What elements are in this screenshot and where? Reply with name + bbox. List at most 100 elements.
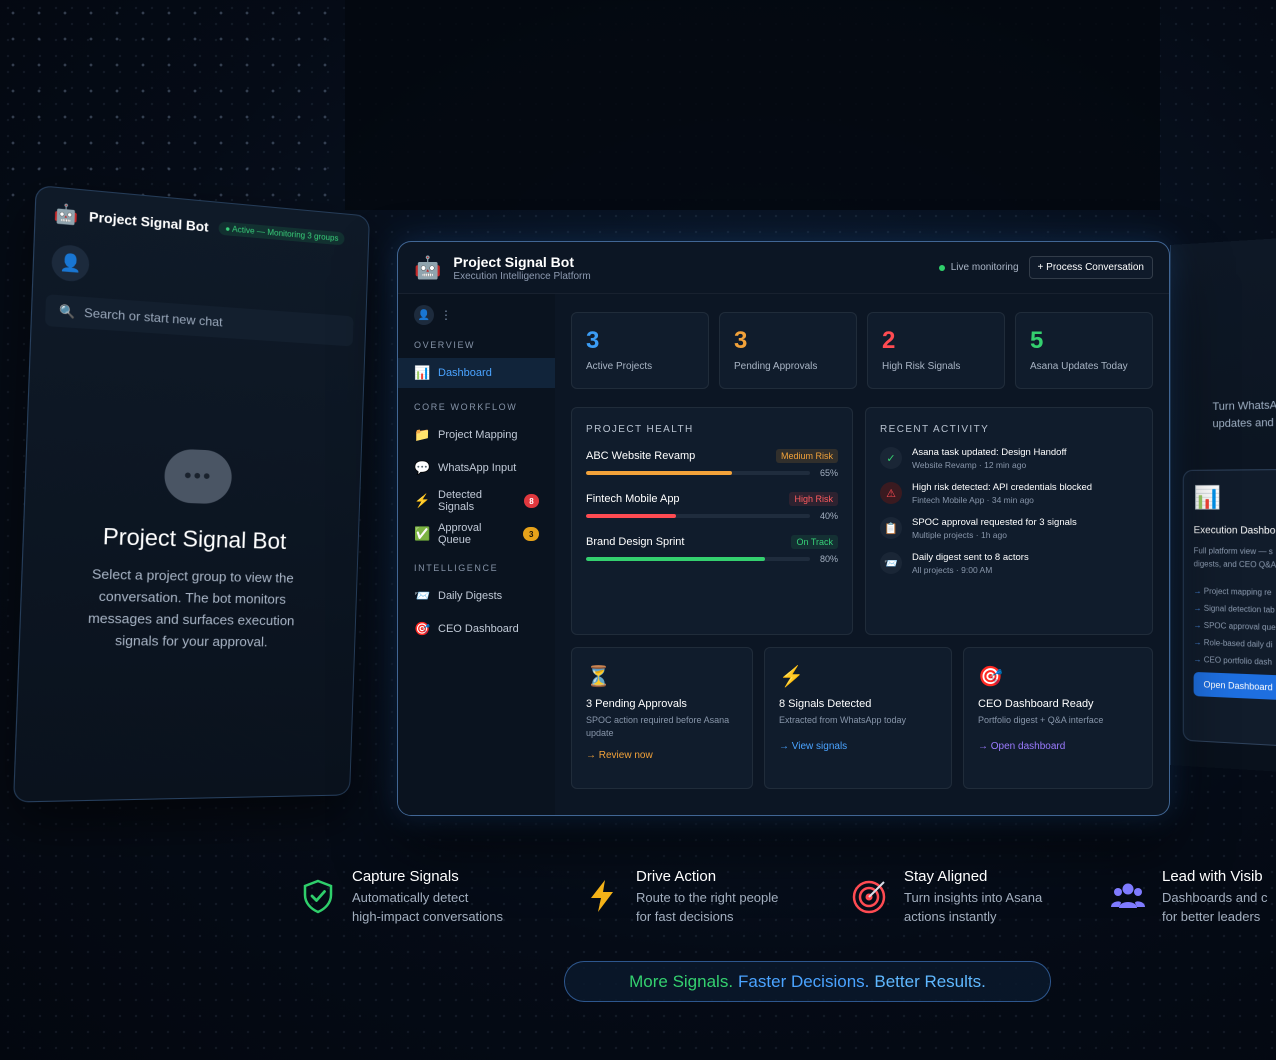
- quick-card-description: SPOC action required before Asana update: [586, 714, 738, 740]
- progress-fill: [586, 514, 676, 518]
- sidebar-item-detected-signals[interactable]: ⚡ Detected Signals 8: [398, 486, 555, 516]
- card-title: Execution Dashbo: [1194, 525, 1276, 537]
- app-titles: Project Signal Bot Execution Intelligenc…: [453, 254, 590, 282]
- card-heading: RECENT ACTIVITY: [880, 424, 1138, 435]
- activity-meta: Fintech Mobile App · 34 min ago: [912, 495, 1092, 505]
- open-dashboard-link[interactable]: → Open dashboard: [978, 741, 1138, 752]
- list-item: Project mapping re: [1194, 586, 1276, 598]
- stat-label: High Risk Signals: [882, 361, 990, 372]
- progress-percent: 65%: [818, 468, 838, 478]
- live-dot-icon: [939, 265, 945, 271]
- activity-item[interactable]: ✓ Asana task updated: Design Handoff Web…: [880, 447, 1138, 470]
- bar-chart-icon: 📊: [414, 365, 430, 381]
- activity-item[interactable]: 📨 Daily digest sent to 8 actors All proj…: [880, 552, 1138, 575]
- robot-icon: 🤖: [414, 255, 441, 281]
- chat-bubble-icon: •••: [164, 448, 233, 504]
- feature-title: Capture Signals: [352, 868, 503, 885]
- activity-meta: Website Revamp · 12 min ago: [912, 460, 1067, 470]
- feature-description: Route to the right people for fast decis…: [636, 888, 778, 926]
- feature-list: Project mapping re Signal detection tab …: [1194, 586, 1276, 668]
- sidebar-item-approval-queue[interactable]: ✅ Approval Queue 3: [398, 519, 555, 549]
- search-placeholder: Search or start new chat: [84, 305, 223, 329]
- stat-card-high-risk[interactable]: 2 High Risk Signals: [867, 312, 1005, 389]
- main-window: 🤖 Project Signal Bot Execution Intellige…: [397, 241, 1170, 816]
- stat-card-active-projects[interactable]: 3 Active Projects: [571, 312, 709, 389]
- stat-value: 2: [882, 327, 990, 355]
- sidebar-user: 👤 ⋮: [398, 304, 555, 326]
- activity-meta: All projects · 9:00 AM: [912, 565, 1029, 575]
- process-conversation-button[interactable]: + Process Conversation: [1029, 256, 1153, 279]
- sidebar-item-whatsapp-input[interactable]: 💬 WhatsApp Input: [398, 453, 555, 483]
- ceo-dashboard-card: 🎯 CEO Dashboard Ready Portfolio digest +…: [963, 647, 1153, 789]
- project-name: Fintech Mobile App: [586, 493, 680, 505]
- open-dashboard-button[interactable]: Open Dashboard: [1194, 672, 1276, 702]
- sidebar-item-dashboard[interactable]: 📊 Dashboard: [398, 358, 555, 388]
- check-icon: ✓: [880, 447, 902, 469]
- search-icon: 🔍: [59, 304, 76, 320]
- user-avatar-icon[interactable]: 👤: [414, 305, 434, 325]
- live-indicator: Live monitoring: [939, 262, 1019, 273]
- sidebar: 👤 ⋮ OVERVIEW 📊 Dashboard CORE WORKFLOW 📁…: [398, 294, 555, 816]
- chat-panel: 🤖 Project Signal Bot ● Active — Monitori…: [13, 185, 370, 803]
- list-item: SPOC approval que: [1194, 621, 1276, 634]
- stat-label: Active Projects: [586, 361, 694, 372]
- folder-icon: 📁: [414, 427, 430, 443]
- pending-approvals-card: ⏳ 3 Pending Approvals SPOC action requir…: [571, 647, 753, 789]
- view-signals-link[interactable]: → View signals: [779, 741, 937, 752]
- list-item: Signal detection tab: [1194, 604, 1276, 616]
- status-badge: ● Active — Monitoring 3 groups: [219, 221, 345, 245]
- feature-title: Stay Aligned: [904, 868, 1042, 885]
- activity-item[interactable]: 📋 SPOC approval requested for 3 signals …: [880, 517, 1138, 540]
- review-now-link[interactable]: → Review now: [586, 750, 738, 761]
- stat-card-pending-approvals[interactable]: 3 Pending Approvals: [719, 312, 857, 389]
- activity-meta: Multiple projects · 1h ago: [912, 530, 1077, 540]
- background-panel: [345, 0, 1160, 210]
- risk-badge: On Track: [791, 535, 838, 549]
- stat-label: Asana Updates Today: [1030, 361, 1138, 372]
- project-health-row[interactable]: Fintech Mobile App High Risk 40%: [586, 492, 838, 521]
- stat-label: Pending Approvals: [734, 361, 842, 372]
- activity-item[interactable]: ⚠ High risk detected: API credentials bl…: [880, 482, 1138, 505]
- chat-search-input[interactable]: 🔍 Search or start new chat: [45, 294, 354, 346]
- sidebar-section-overview: OVERVIEW: [398, 340, 555, 350]
- user-avatar-icon[interactable]: 👤: [51, 244, 90, 283]
- sidebar-item-daily-digests[interactable]: 📨 Daily Digests: [398, 581, 555, 611]
- feature-description: Turn insights into Asana actions instant…: [904, 888, 1042, 926]
- progress-fill: [586, 557, 765, 561]
- quick-card-title: 8 Signals Detected: [779, 698, 937, 710]
- people-icon: [1110, 878, 1146, 914]
- background-plus-grid: [0, 0, 340, 200]
- lightning-icon: [584, 878, 620, 914]
- sidebar-section-intelligence: INTELLIGENCE: [398, 563, 555, 573]
- chat-icon: 💬: [414, 460, 430, 476]
- robot-icon: 🤖: [53, 202, 78, 226]
- card-description: Full platform view — s digests, and CEO …: [1194, 544, 1276, 572]
- hourglass-icon: ⏳: [586, 664, 738, 690]
- count-badge: 3: [523, 527, 539, 541]
- stat-value: 3: [734, 327, 842, 355]
- stat-card-asana-updates[interactable]: 5 Asana Updates Today: [1015, 312, 1153, 389]
- preview-intro: Turn WhatsA updates and: [1212, 397, 1276, 433]
- feature-title: Lead with Visib: [1162, 868, 1268, 885]
- app-subtitle: Execution Intelligence Platform: [453, 271, 590, 282]
- checkbox-icon: ✅: [414, 526, 430, 542]
- tagline-part-2: Faster Decisions.: [738, 972, 869, 992]
- feature-title: Drive Action: [636, 868, 778, 885]
- progress-percent: 80%: [818, 554, 838, 564]
- chat-empty-title: Project Signal Bot: [23, 521, 358, 557]
- feature-capture-signals: Capture Signals Automatically detect hig…: [300, 868, 503, 926]
- warning-icon: ⚠: [880, 482, 902, 504]
- activity-text: High risk detected: API credentials bloc…: [912, 482, 1092, 493]
- sidebar-item-project-mapping[interactable]: 📁 Project Mapping: [398, 420, 555, 450]
- more-options-icon[interactable]: ⋮: [440, 308, 452, 322]
- progress-bar: [586, 514, 810, 518]
- feature-description: Automatically detect high-impact convers…: [352, 888, 503, 926]
- activity-text: Asana task updated: Design Handoff: [912, 447, 1067, 458]
- sidebar-section-core-workflow: CORE WORKFLOW: [398, 402, 555, 412]
- feature-stay-aligned: Stay Aligned Turn insights into Asana ac…: [852, 868, 1042, 926]
- list-item: Role-based daily di: [1194, 638, 1276, 651]
- sidebar-item-ceo-dashboard[interactable]: 🎯 CEO Dashboard: [398, 614, 555, 644]
- project-health-row[interactable]: Brand Design Sprint On Track 80%: [586, 535, 838, 564]
- project-health-row[interactable]: ABC Website Revamp Medium Risk 65%: [586, 449, 838, 478]
- target-icon: 🎯: [978, 664, 1138, 690]
